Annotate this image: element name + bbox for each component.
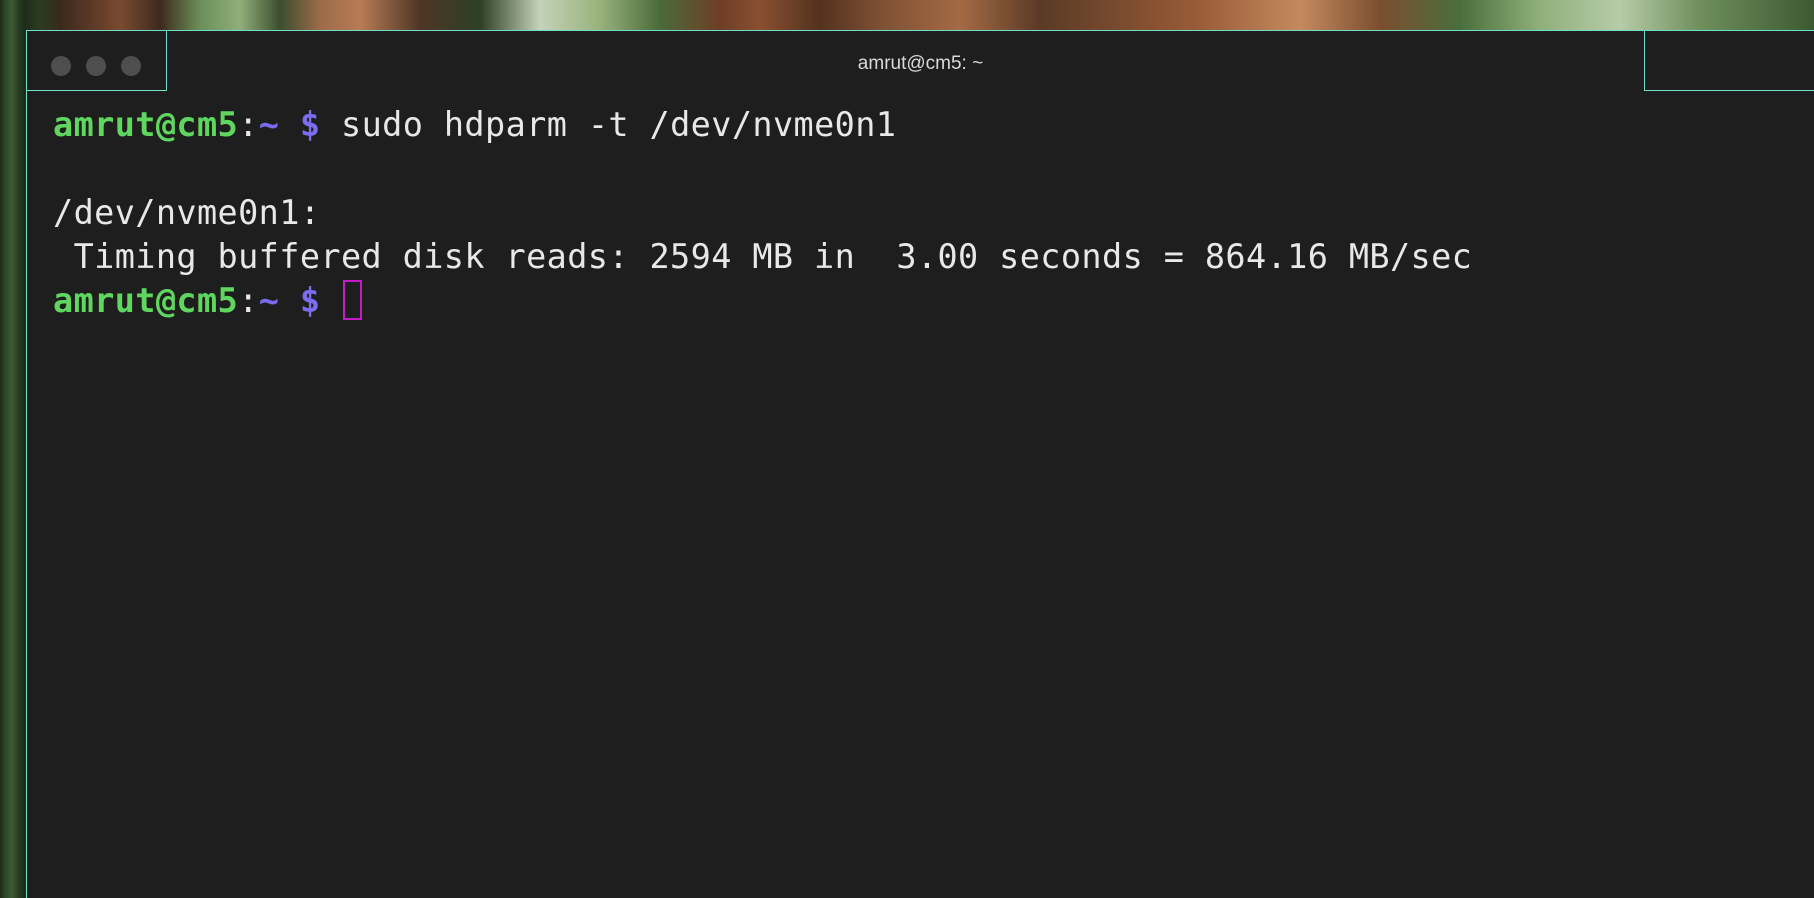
window-title: amrut@cm5: ~ [857, 53, 984, 74]
prompt-symbol: $ [299, 281, 321, 320]
prompt-user-host: amrut@cm5 [53, 105, 239, 144]
output-line: /dev/nvme0n1: [53, 193, 321, 232]
terminal-screen[interactable]: amrut@cm5:~ $ sudo hdparm -t /dev/nvme0n… [53, 103, 1794, 898]
prompt-user-host: amrut@cm5 [53, 281, 239, 320]
command-text: sudo hdparm -t /dev/nvme0n1 [341, 105, 897, 144]
prompt-path: ~ [258, 281, 280, 320]
prompt-path: ~ [258, 105, 280, 144]
output-line: Timing buffered disk reads: 2594 MB in 3… [53, 237, 1473, 276]
titlebar-right-region [1644, 31, 1814, 91]
prompt-symbol: $ [299, 105, 321, 144]
command-line: amrut@cm5:~ $ sudo hdparm -t /dev/nvme0n… [53, 103, 1794, 147]
active-prompt-line[interactable]: amrut@cm5:~ $ [53, 279, 1794, 323]
text-cursor[interactable] [343, 280, 363, 320]
terminal-window[interactable]: amrut@cm5: ~ amrut@cm5:~ $ sudo hdparm -… [26, 30, 1814, 898]
prompt-separator: : [238, 281, 259, 320]
window-titlebar[interactable]: amrut@cm5: ~ [27, 31, 1814, 93]
prompt-separator: : [238, 105, 259, 144]
